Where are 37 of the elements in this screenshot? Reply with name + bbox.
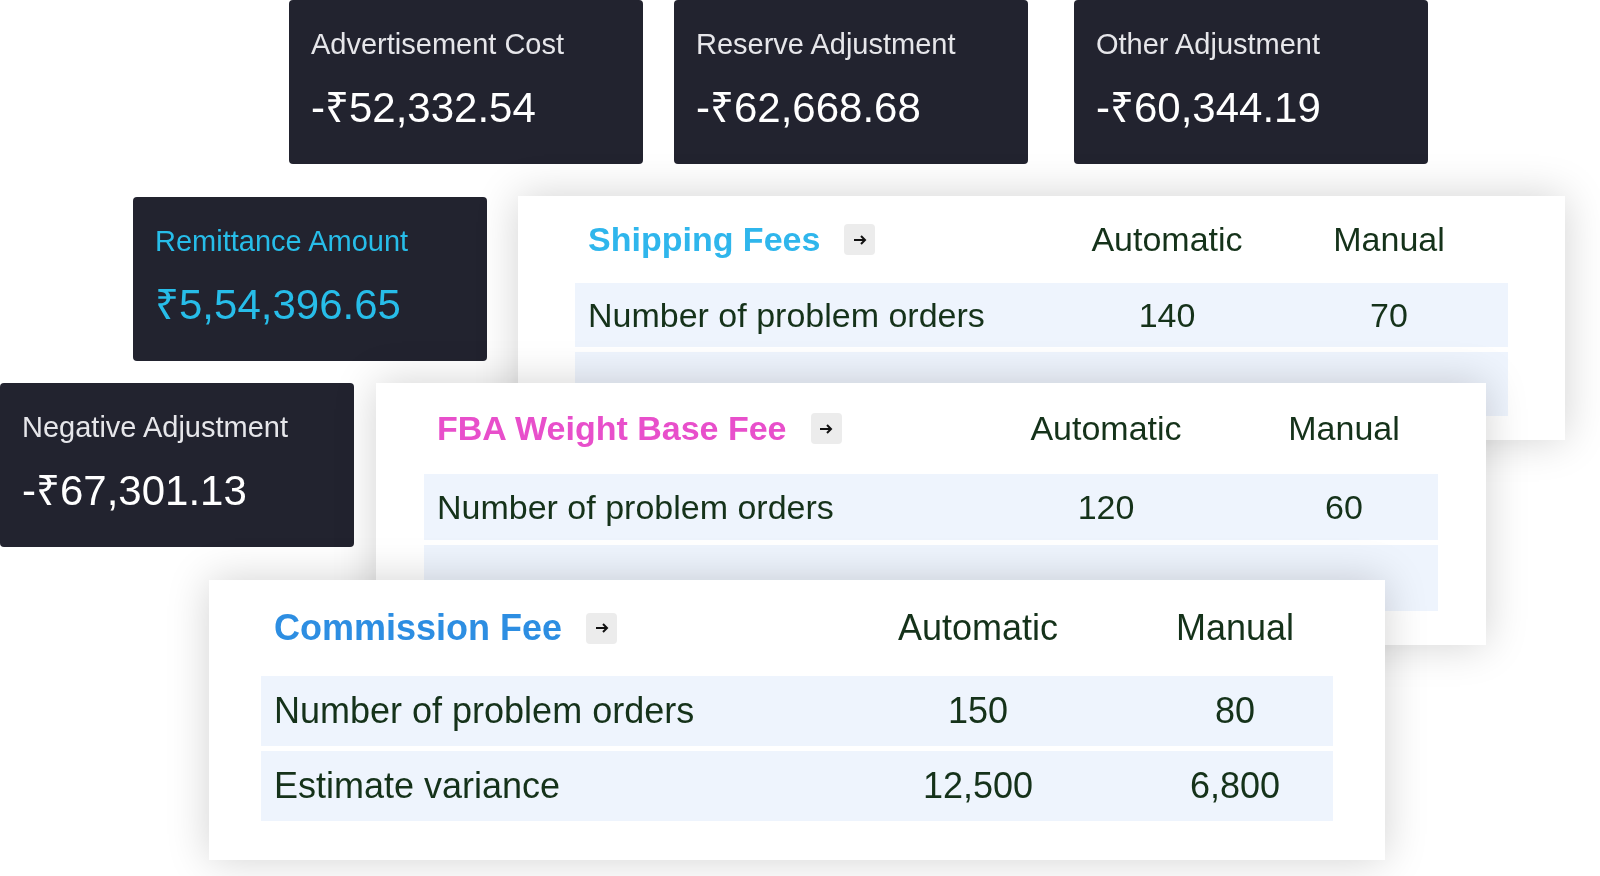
- row-label: Number of problem orders: [436, 486, 835, 528]
- card-label: Remittance Amount: [155, 224, 410, 259]
- column-header: Automatic: [1029, 408, 1183, 449]
- table-cell-text: 120: [1076, 486, 1136, 528]
- arrow-right-icon: [819, 421, 833, 436]
- table-cell-text: 150: [946, 689, 1010, 733]
- table-title: Shipping Fees: [588, 219, 821, 260]
- table-cell-text: 80: [1213, 689, 1256, 733]
- card-value: -₹60,344.19: [1096, 84, 1322, 132]
- card-value: ₹5,54,396.65: [155, 281, 402, 329]
- table-cell-text: 60: [1324, 486, 1364, 528]
- table-title: Commission Fee: [274, 606, 563, 650]
- card-label: Negative Adjustment: [22, 410, 289, 445]
- table-title: FBA Weight Base Fee: [437, 408, 787, 449]
- row-label: Number of problem orders: [273, 689, 696, 733]
- row-label: Number of problem orders: [587, 294, 986, 336]
- arrow-right-icon: [852, 232, 867, 247]
- row-label: Estimate variance: [273, 764, 562, 808]
- card-value: -₹62,668.68: [696, 84, 922, 132]
- card-label: Reserve Adjustment: [696, 27, 957, 62]
- table-cell-text: 12,500: [921, 764, 1035, 808]
- column-header: Manual: [1174, 606, 1296, 650]
- column-header: Manual: [1332, 219, 1446, 260]
- column-header: Automatic: [896, 606, 1060, 650]
- arrow-right-icon: [594, 621, 609, 635]
- table-cell-text: 70: [1369, 294, 1409, 336]
- card-value: -₹67,301.13: [22, 467, 248, 515]
- column-header: Automatic: [1090, 219, 1244, 260]
- arrow-button[interactable]: [844, 224, 876, 255]
- column-header: Manual: [1287, 408, 1401, 449]
- table-cell-text: 140: [1137, 294, 1197, 336]
- table-cell-text: 6,800: [1188, 764, 1282, 808]
- card-value: -₹52,332.54: [311, 84, 537, 132]
- card-label: Advertisement Cost: [311, 27, 566, 62]
- card-label: Other Adjustment: [1096, 27, 1322, 62]
- arrow-button[interactable]: [586, 612, 618, 644]
- arrow-button[interactable]: [810, 413, 842, 444]
